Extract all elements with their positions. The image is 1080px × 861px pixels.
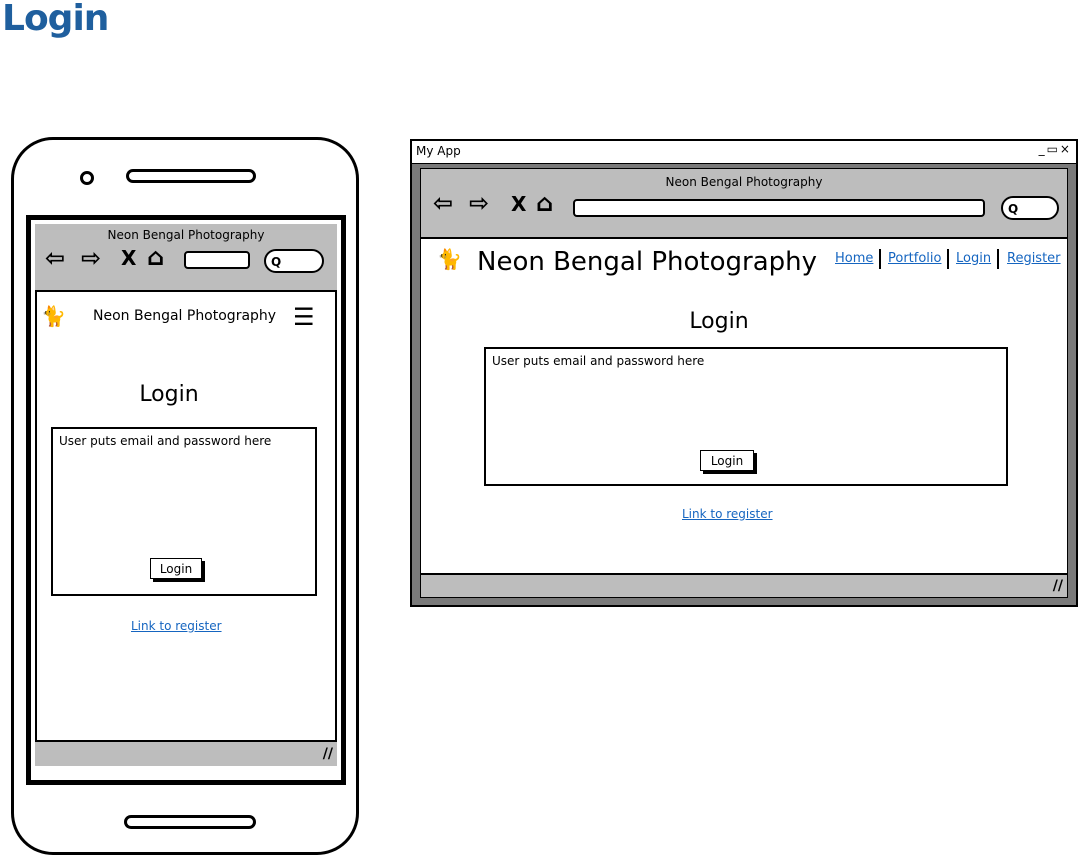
nav-link-portfolio[interactable]: Portfolio [888,251,941,266]
cat-logo-icon[interactable]: 🐈 [41,304,66,328]
home-icon[interactable]: ⌂ [536,191,553,215]
nav-link-home[interactable]: Home [835,251,873,266]
cat-logo-icon[interactable]: 🐈 [437,247,462,271]
hamburger-menu-icon[interactable]: ☰ [293,305,315,329]
nav-separator [947,249,949,269]
desktop-app-window: My App _▭× Neon Bengal Photography ⇦ ⇨ X… [410,139,1078,607]
mobile-site-name[interactable]: Neon Bengal Photography [93,308,276,324]
desktop-search-button[interactable]: Q [1001,196,1059,220]
mobile-login-heading: Login [139,382,199,407]
resize-handle-icon[interactable]: // [323,746,333,762]
desktop-address-bar[interactable] [573,199,985,217]
forward-arrow-icon[interactable]: ⇨ [81,246,101,270]
mobile-status-bar: // [35,740,337,766]
desktop-login-form: User puts email and password here Login [484,347,1008,486]
desktop-login-heading: Login [689,309,749,334]
window-frame: Neon Bengal Photography ⇦ ⇨ X ⌂ Q 🐈 Neon… [412,164,1076,605]
search-icon: Q [1008,202,1019,216]
mobile-device-frame: Neon Bengal Photography ⇦ ⇨ X ⌂ Q 🐈 Neon… [11,137,359,855]
back-arrow-icon[interactable]: ⇦ [45,246,65,270]
search-icon: Q [271,255,282,269]
desktop-browser-toolbar: Neon Bengal Photography ⇦ ⇨ X ⌂ Q [421,169,1067,239]
back-arrow-icon[interactable]: ⇦ [433,191,453,215]
nav-link-register[interactable]: Register [1007,251,1061,266]
mobile-browser-title: Neon Bengal Photography [107,228,265,242]
stop-icon[interactable]: X [511,192,526,216]
mobile-page-content: 🐈 Neon Bengal Photography ☰ Login User p… [35,292,337,740]
nav-link-login[interactable]: Login [956,251,991,266]
mobile-form-placeholder-text: User puts email and password here [59,434,272,448]
desktop-status-bar: // [421,573,1067,597]
mobile-login-button[interactable]: Login [150,558,202,579]
window-title: My App [416,144,461,158]
nav-separator [997,249,999,269]
mobile-login-form: User puts email and password here Login [51,427,317,596]
window-titlebar: My App _▭× [412,141,1076,164]
desktop-login-button[interactable]: Login [700,450,754,471]
resize-handle-icon[interactable]: // [1053,578,1063,594]
mobile-browser-toolbar: Neon Bengal Photography ⇦ ⇨ X ⌂ Q [35,224,337,292]
forward-arrow-icon[interactable]: ⇨ [469,191,489,215]
mobile-search-button[interactable]: Q [264,249,324,273]
page-title: Login [2,0,109,39]
desktop-register-link[interactable]: Link to register [682,507,773,521]
mobile-address-bar[interactable] [184,251,250,269]
phone-speaker [126,169,256,183]
home-icon[interactable]: ⌂ [147,245,164,269]
mobile-register-link[interactable]: Link to register [131,619,222,633]
nav-separator [879,249,881,269]
window-controls-icon[interactable]: _▭× [1039,142,1072,156]
phone-home-button [124,815,256,829]
desktop-browser-title: Neon Bengal Photography [665,175,823,189]
desktop-site-name[interactable]: Neon Bengal Photography [477,247,817,277]
desktop-browser-viewport: Neon Bengal Photography ⇦ ⇨ X ⌂ Q 🐈 Neon… [420,168,1068,598]
desktop-form-placeholder-text: User puts email and password here [492,354,705,368]
mobile-screen: Neon Bengal Photography ⇦ ⇨ X ⌂ Q 🐈 Neon… [26,215,346,785]
phone-camera [80,171,94,185]
stop-icon[interactable]: X [121,246,136,270]
